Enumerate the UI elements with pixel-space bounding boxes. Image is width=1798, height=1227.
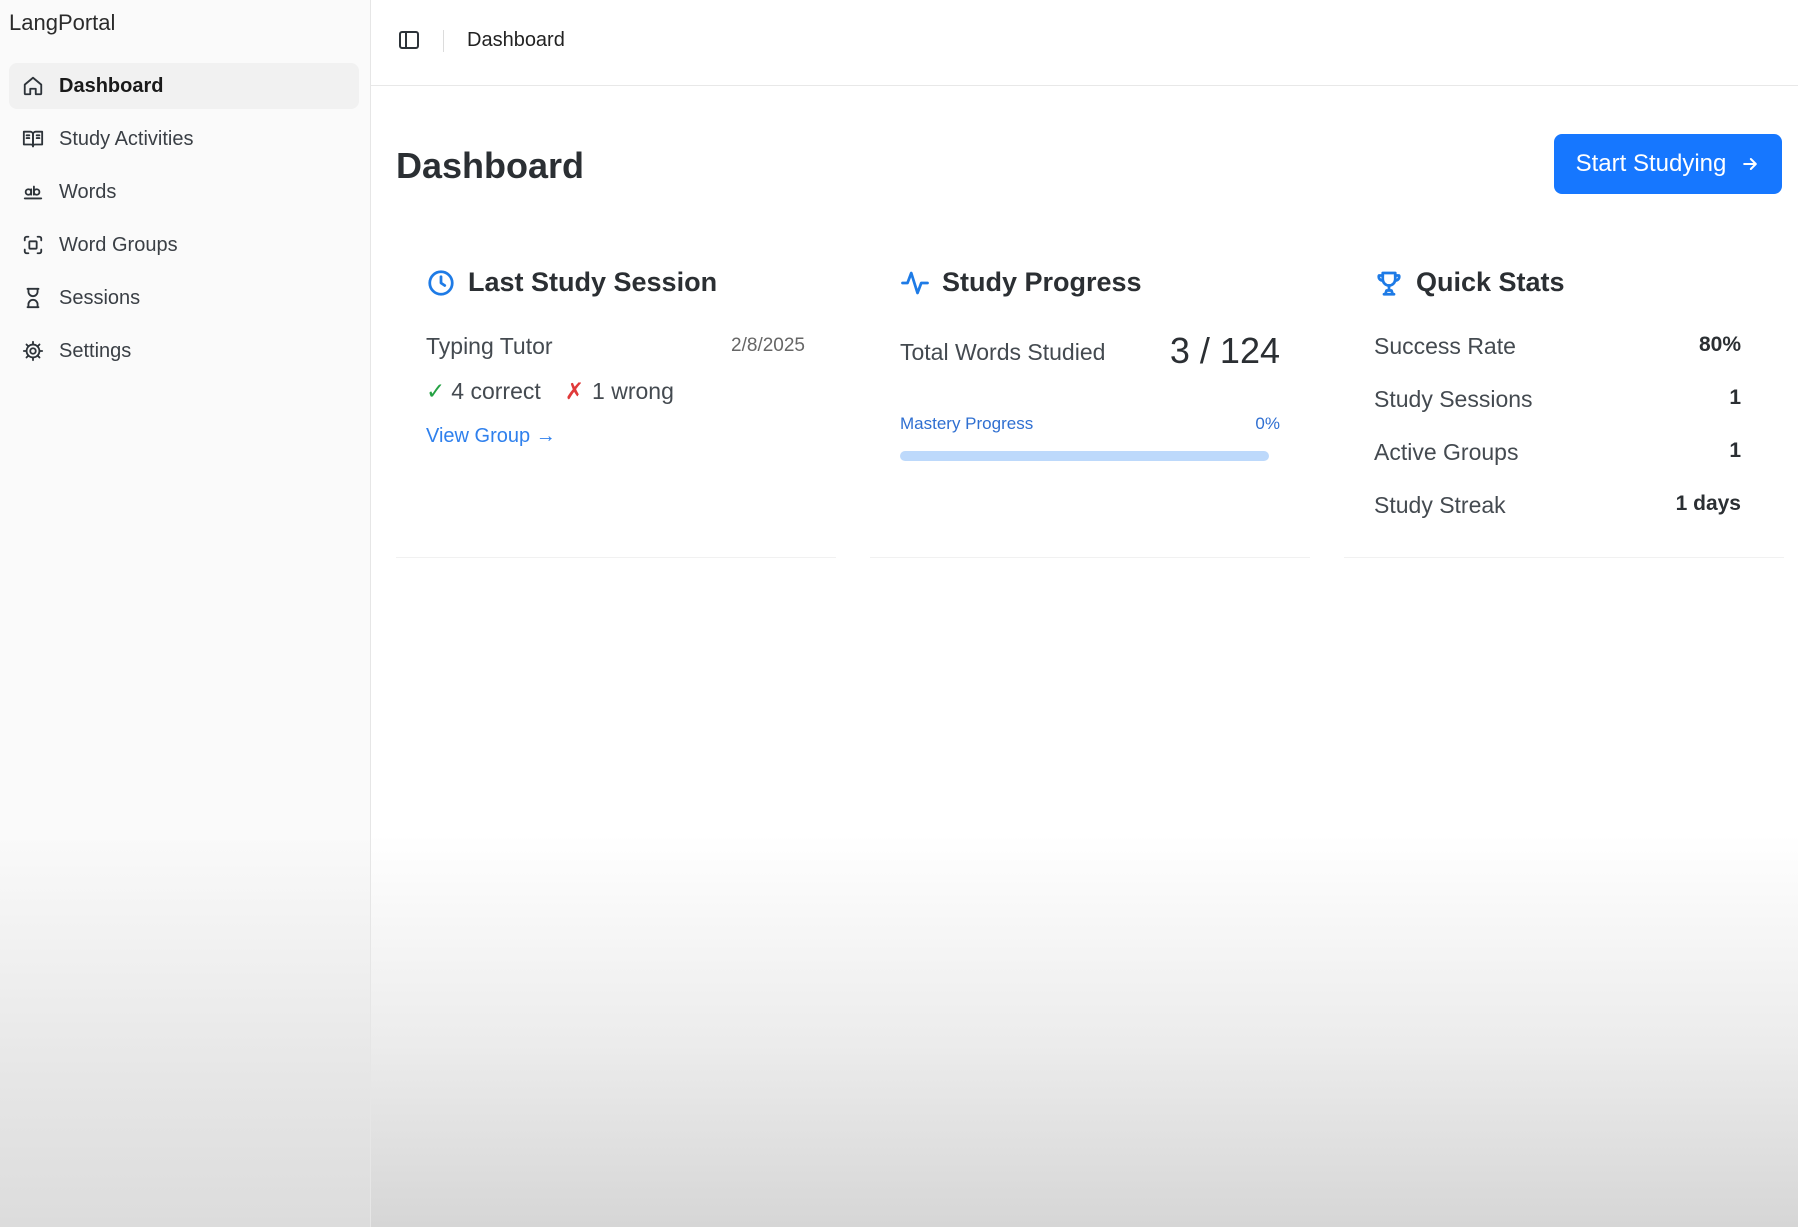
book-open-icon	[21, 127, 45, 151]
sidebar-item-dashboard[interactable]: Dashboard	[9, 63, 359, 109]
app-window: LangPortal Dashboard Study Activities Wo…	[0, 0, 1798, 1227]
correct-count: ✓ 4 correct	[426, 378, 541, 405]
scan-text-icon	[21, 233, 45, 257]
stat-row-success-rate: Success Rate 80%	[1374, 333, 1741, 360]
sidebar-item-word-groups[interactable]: Word Groups	[9, 222, 359, 268]
breadcrumb: Dashboard	[467, 29, 565, 51]
stat-value: 1	[1729, 439, 1741, 462]
sidebar-item-label: Word Groups	[59, 233, 178, 256]
card-title: Quick Stats	[1374, 267, 1565, 298]
card-title-label: Quick Stats	[1416, 267, 1565, 297]
card-title: Last Study Session	[426, 267, 717, 298]
home-icon	[21, 74, 45, 98]
card-title: Study Progress	[900, 267, 1142, 298]
sidebar-item-settings[interactable]: Settings	[9, 328, 359, 374]
card-title-label: Study Progress	[942, 267, 1142, 297]
divider	[443, 30, 444, 52]
mastery-progress-value: 0%	[1255, 414, 1280, 433]
stat-label: Study Streak	[1374, 492, 1506, 518]
sidebar-item-study-activities[interactable]: Study Activities	[9, 116, 359, 162]
total-words-value: 3 / 124	[1169, 330, 1280, 371]
stat-label: Success Rate	[1374, 333, 1516, 359]
sidebar-item-label: Dashboard	[59, 74, 164, 97]
top-bar: Dashboard	[371, 0, 1798, 86]
sidebar: LangPortal Dashboard Study Activities Wo…	[0, 0, 371, 1227]
stat-value: 80%	[1698, 333, 1741, 356]
gear-icon	[21, 339, 45, 363]
card-title-label: Last Study Session	[468, 267, 718, 297]
x-icon: ✗	[564, 378, 585, 404]
stat-value: 1	[1729, 386, 1741, 409]
study-progress-card: Study Progress Total Words Studied 3 / 1…	[870, 255, 1310, 558]
hourglass-icon	[21, 286, 45, 310]
wrong-count: ✗ 1 wrong	[565, 378, 674, 405]
arrow-right-icon	[1743, 158, 1758, 170]
session-date: 2/8/2025	[731, 335, 805, 356]
stat-row-study-sessions: Study Sessions 1	[1374, 386, 1741, 413]
wrong-label: 1 wrong	[592, 378, 674, 404]
sidebar-nav: Dashboard Study Activities Words Word Gr…	[9, 63, 359, 381]
sidebar-item-sessions[interactable]: Sessions	[9, 275, 359, 321]
view-group-link[interactable]: View Group →	[426, 425, 556, 448]
sidebar-item-label: Study Activities	[59, 127, 194, 150]
stat-row-study-streak: Study Streak 1 days	[1374, 492, 1741, 519]
stat-value: 1 days	[1675, 492, 1741, 515]
page-title: Dashboard	[396, 145, 585, 186]
sidebar-item-label: Words	[59, 180, 117, 203]
panel-left-icon[interactable]	[397, 28, 423, 54]
activity-name: Typing Tutor	[426, 333, 553, 359]
activity-icon	[901, 271, 929, 294]
session-results: ✓ 4 correct ✗ 1 wrong	[426, 378, 674, 405]
mastery-progress-bar	[900, 451, 1269, 461]
clock-icon	[428, 269, 454, 296]
last-study-session-card: Last Study Session Typing Tutor 2/8/2025…	[396, 255, 836, 558]
sidebar-item-label: Sessions	[59, 286, 141, 309]
stat-label: Study Sessions	[1374, 386, 1533, 412]
stat-label: Active Groups	[1374, 439, 1519, 465]
total-words-label: Total Words Studied	[900, 339, 1106, 365]
mastery-progress-label: Mastery Progress	[900, 414, 1034, 433]
brand-title: LangPortal	[9, 10, 116, 35]
check-icon: ✓	[426, 378, 446, 404]
trophy-icon	[1377, 271, 1401, 296]
start-studying-label: Start Studying	[1575, 150, 1727, 177]
sidebar-item-label: Settings	[59, 339, 132, 362]
correct-label: 4 correct	[451, 378, 541, 404]
spell-check-icon	[21, 180, 45, 204]
stat-row-active-groups: Active Groups 1	[1374, 439, 1741, 466]
main-content: Dashboard Dashboard Start Studying Last …	[371, 0, 1798, 1227]
sidebar-item-words[interactable]: Words	[9, 169, 359, 215]
start-studying-button[interactable]: Start Studying	[1554, 134, 1782, 194]
quick-stats-card: Quick Stats Success Rate 80% Study Sessi…	[1344, 255, 1784, 558]
